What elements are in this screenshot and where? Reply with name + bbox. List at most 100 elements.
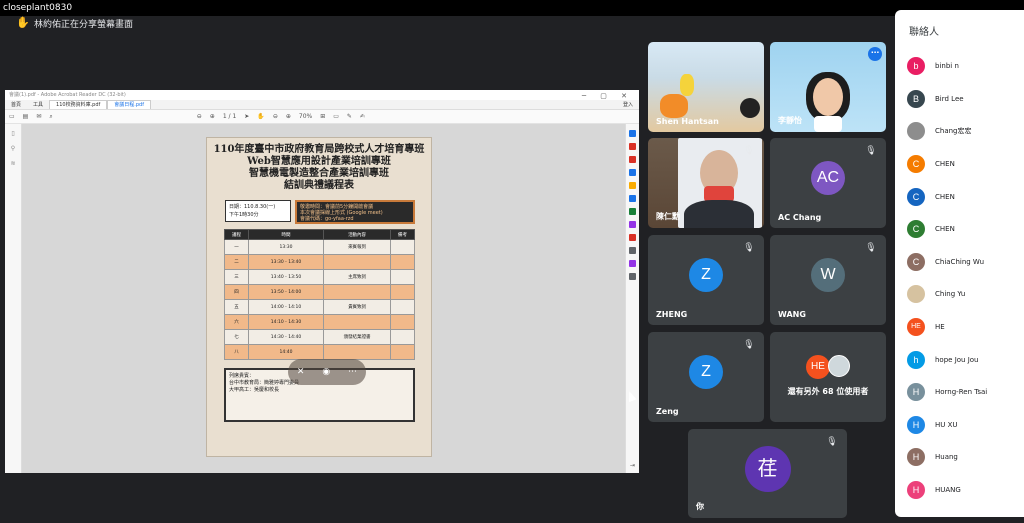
cell: 14:30 - 14:40 <box>247 329 325 345</box>
attachment-icon[interactable]: ⚲ <box>11 145 15 152</box>
cell <box>390 314 415 330</box>
participant-tile[interactable]: ⋯ 李靜怡 <box>770 42 886 132</box>
mail-icon[interactable]: ✉ <box>36 113 41 120</box>
zoom-in-icon[interactable]: ⊕ <box>286 113 291 120</box>
participant-tile[interactable]: 🎙︎ 陳仁勳 <box>648 138 764 228</box>
expand-icon[interactable]: ⇥ <box>630 462 635 469</box>
tool-icon[interactable] <box>629 247 636 254</box>
tool-icon[interactable] <box>629 273 636 280</box>
mic-off-icon: 🎙︎ <box>865 243 877 253</box>
mic-off-icon: 🎙︎ <box>743 146 755 156</box>
fit-icon[interactable]: ⊞ <box>320 113 325 120</box>
tab-pdf-1[interactable]: 110校務資料庫.pdf <box>49 100 108 109</box>
contact-item[interactable]: h hope Jou Jou <box>895 343 1024 376</box>
pdf-left-sidebar: ▯ ⚲ ≋ <box>5 124 22 473</box>
contact-avatar: H <box>907 415 925 434</box>
comment-icon[interactable]: ▭ <box>333 113 339 120</box>
self-name: 你 <box>696 502 704 511</box>
table-row: 六 14:10 - 14:30 <box>224 314 415 330</box>
zoom-out-icon[interactable]: ⊖ <box>273 113 278 120</box>
next-page-icon[interactable]: ⊕ <box>210 113 215 120</box>
contact-name: HUANG <box>935 486 961 495</box>
tool-icon[interactable] <box>629 208 636 215</box>
tool-icon[interactable] <box>629 143 636 150</box>
contact-item[interactable]: B Bird Lee <box>895 83 1024 116</box>
cell <box>323 254 392 270</box>
table-header: 時間 <box>247 229 325 240</box>
tab-pdf-2[interactable]: 會議日程.pdf <box>107 100 151 109</box>
participant-name: Shen Hantsan <box>656 117 719 126</box>
contact-avatar: C <box>907 155 925 174</box>
sign-icon[interactable]: ✍ <box>360 113 365 120</box>
contact-item[interactable]: HE HE <box>895 311 1024 344</box>
contact-item[interactable]: Ching Yu <box>895 278 1024 311</box>
contact-item[interactable]: H Horng-Ren Tsai <box>895 376 1024 409</box>
prev-page-icon[interactable]: ⊖ <box>197 113 202 120</box>
menu-tools[interactable]: 工具 <box>27 101 49 108</box>
table-row: 四 13:50 - 14:00 <box>224 284 415 300</box>
others-tile[interactable]: HE 還有另外 68 位使用者 <box>770 332 886 422</box>
tool-icon[interactable] <box>629 221 636 228</box>
date-box: 日期：110.8.30(一) 下午1時30分 <box>225 200 291 222</box>
contact-item[interactable]: Chang宏宏 <box>895 115 1024 148</box>
document-viewport[interactable]: 110年度臺中市政府教育局跨校式人才培育專班 Web智慧應用設計產業培訓專班 智… <box>22 124 625 473</box>
title-line: 110年度臺中市政府教育局跨校式人才培育專班 <box>213 144 425 155</box>
mic-off-icon: 🎙︎ <box>826 437 838 447</box>
contact-name: HE <box>935 323 945 332</box>
page-indicator[interactable]: 1 / 1 <box>223 113 236 120</box>
tool-icon[interactable] <box>629 156 636 163</box>
contact-name: HU XU <box>935 420 958 429</box>
tool-icon[interactable] <box>629 260 636 267</box>
contact-item[interactable]: C ChiaChing Wu <box>895 246 1024 279</box>
document-info: 日期：110.8.30(一) 下午1時30分 敬邀時間：會議前5分鐘開啟會議 本… <box>225 200 423 224</box>
contact-item[interactable]: H HU XU <box>895 409 1024 442</box>
tool-icon[interactable] <box>629 130 636 137</box>
participant-tile[interactable]: 🎙︎ AC AC Chang <box>770 138 886 228</box>
contact-item[interactable]: H HUANG <box>895 474 1024 507</box>
login-link[interactable]: 登入 <box>617 101 639 108</box>
contact-name: binbi n <box>935 62 959 71</box>
contact-item[interactable]: C CHEN <box>895 180 1024 213</box>
participant-name: Zeng <box>656 407 679 416</box>
layers-icon[interactable]: ≋ <box>10 160 15 167</box>
print-icon[interactable]: ▤ <box>23 113 29 120</box>
contact-name: Bird Lee <box>935 94 964 103</box>
menu-home[interactable]: 首頁 <box>5 101 27 108</box>
more-options-icon[interactable]: ⋯ <box>868 47 882 61</box>
tool-icon[interactable] <box>629 182 636 189</box>
pin-off-icon[interactable]: ✕ <box>297 367 305 377</box>
pdf-body: ▯ ⚲ ≋ 110年度臺中市政府教育局跨校式人才培育專班 Web智慧應用設計產業… <box>5 124 639 473</box>
save-icon[interactable]: ▭ <box>9 113 15 120</box>
contact-item[interactable]: b binbi n <box>895 50 1024 83</box>
contact-item[interactable]: H Huang <box>895 441 1024 474</box>
participant-avatar: Z <box>689 355 723 389</box>
person-body <box>684 200 754 228</box>
participant-tile[interactable]: 🎙︎ W WANG <box>770 235 886 325</box>
presentation-controls[interactable]: ✕ ◉ ⋯ <box>288 359 366 385</box>
zoom-value[interactable]: 70% <box>299 113 312 120</box>
title-line: 智慧機電製造整合產業培訓專班 <box>249 168 389 179</box>
guest-line: 大甲高工：吳慶和校長 <box>229 387 280 393</box>
contact-item[interactable]: C CHEN <box>895 148 1024 181</box>
mute-icon[interactable]: ◉ <box>322 367 330 377</box>
contact-item[interactable]: C CHEN <box>895 213 1024 246</box>
tool-icon[interactable] <box>629 195 636 202</box>
hand-tool-icon[interactable]: ✋ <box>257 113 264 120</box>
page-thumbnail-icon[interactable]: ▯ <box>11 130 14 137</box>
table-row: 三 13:40 - 13:50 主席致詞 <box>224 269 415 285</box>
window-controls[interactable]: ─ ▢ ✕ <box>582 91 633 101</box>
select-tool-icon[interactable]: ➤ <box>244 113 249 120</box>
more-icon[interactable]: ⋯ <box>348 367 357 377</box>
contact-avatar: C <box>907 252 925 271</box>
tool-icon[interactable] <box>629 234 636 241</box>
participant-tile[interactable]: 🎙︎ Z Zeng <box>648 332 764 422</box>
participant-tile[interactable]: 🎙︎ Z ZHENG <box>648 235 764 325</box>
pen-icon[interactable]: ✎ <box>347 113 352 120</box>
participant-name: ZHENG <box>656 310 688 319</box>
cell <box>323 314 392 330</box>
search-icon[interactable]: ⌕ <box>49 113 52 121</box>
participant-tile[interactable]: Shen Hantsan <box>648 42 764 132</box>
self-tile[interactable]: 🎙︎ 荏 你 <box>688 429 847 518</box>
tool-icon[interactable] <box>629 169 636 176</box>
contact-name: hope Jou Jou <box>935 355 979 364</box>
